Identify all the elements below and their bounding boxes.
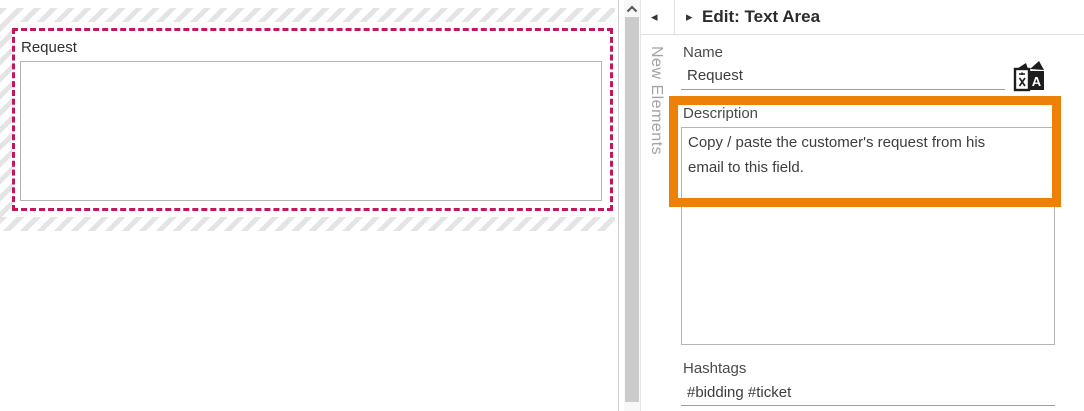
canvas-border [618, 0, 619, 411]
panel-title: Edit: Text Area [702, 7, 820, 27]
canvas-scrollbar[interactable] [624, 0, 641, 411]
translate-icon[interactable]: A [1011, 60, 1047, 98]
collapse-panel-icon[interactable]: ◂ [651, 10, 658, 23]
name-input[interactable] [681, 64, 1005, 90]
form-designer-window: Request ◂ ▸ Edit: Text Area New Elements… [0, 0, 1084, 411]
scroll-up-button[interactable] [624, 0, 640, 17]
chevron-up-icon [626, 5, 638, 13]
dropzone-hatch-bottom[interactable] [0, 217, 615, 231]
header-divider-horizontal [641, 34, 1084, 35]
header-divider-vertical [674, 0, 675, 34]
new-elements-tab[interactable]: New Elements [647, 46, 665, 155]
expand-section-icon[interactable]: ▸ [686, 10, 693, 23]
request-field-textarea[interactable] [20, 61, 602, 201]
dropzone-hatch-left[interactable] [0, 8, 12, 231]
field-label: Request [21, 39, 77, 56]
selected-text-area-element[interactable]: Request [12, 28, 613, 211]
edit-panel: ◂ ▸ Edit: Text Area New Elements Name A … [641, 0, 1084, 411]
name-label: Name [683, 44, 723, 61]
hashtags-input[interactable] [681, 381, 1055, 406]
form-canvas: Request [0, 0, 618, 411]
hashtags-label: Hashtags [683, 360, 746, 377]
dropzone-hatch-top[interactable] [0, 8, 615, 22]
svg-text:A: A [1032, 74, 1042, 89]
scrollbar-thumb[interactable] [625, 17, 639, 402]
description-textarea[interactable]: Copy / paste the customer's request from… [681, 127, 1055, 345]
description-label: Description [683, 105, 758, 122]
